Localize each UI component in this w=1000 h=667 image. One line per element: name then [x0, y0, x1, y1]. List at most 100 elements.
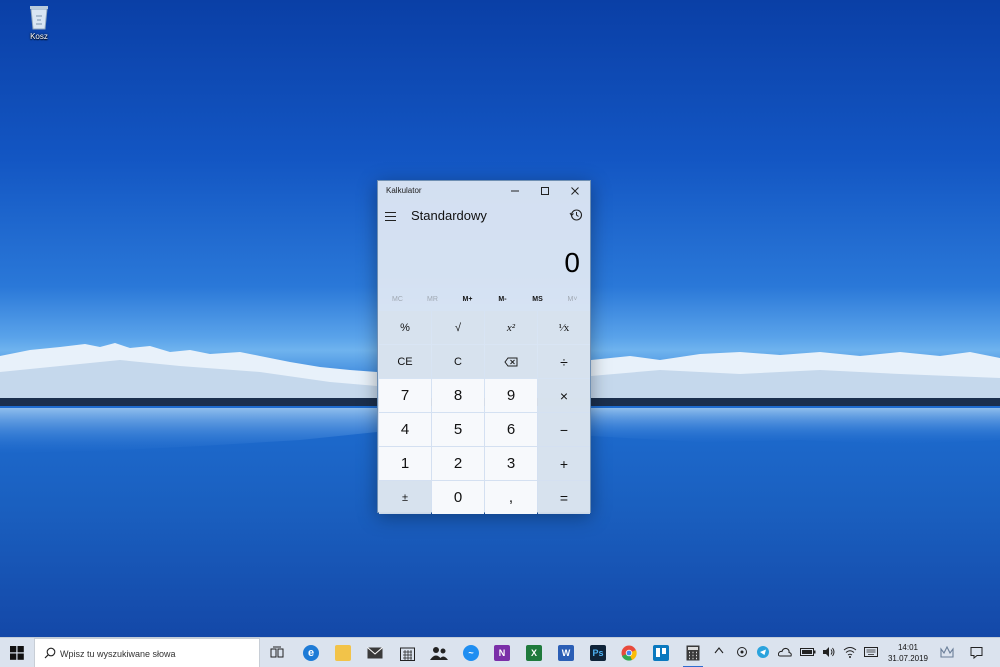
- digit-4-button[interactable]: 4: [379, 413, 431, 446]
- taskbar-onenote[interactable]: N: [491, 642, 513, 664]
- tray-wifi[interactable]: [843, 646, 857, 660]
- clock-time: 14:01: [897, 643, 919, 652]
- taskbar-messenger[interactable]: ~: [460, 642, 482, 664]
- keypad: % √ x² ¹⁄x CE C ÷ 7 8 9 × 4 5 6 − 1 2 3 …: [379, 311, 591, 514]
- edge-icon: e: [303, 645, 319, 661]
- window-title: Kalkulator: [386, 186, 422, 195]
- divide-button[interactable]: ÷: [538, 345, 590, 378]
- digit-5-button[interactable]: 5: [432, 413, 484, 446]
- photoshop-icon: Ps: [590, 645, 606, 661]
- taskbar-people[interactable]: [428, 642, 450, 664]
- windows-logo-icon: [10, 646, 24, 660]
- chrome-icon: [621, 645, 637, 661]
- digit-6-button[interactable]: 6: [485, 413, 537, 446]
- negate-button[interactable]: ±: [379, 481, 431, 514]
- taskbar-edge[interactable]: e: [300, 642, 322, 664]
- search-box[interactable]: Wpisz tu wyszukiwane słowa: [34, 638, 260, 667]
- network-settings-icon: [737, 647, 747, 657]
- taskbar-trello[interactable]: [650, 642, 672, 664]
- memory-recall-button[interactable]: MR: [415, 296, 450, 303]
- digit-9-button[interactable]: 9: [485, 379, 537, 412]
- digit-3-button[interactable]: 3: [485, 447, 537, 480]
- tray-app-1[interactable]: [736, 646, 748, 660]
- task-view-button[interactable]: [266, 642, 288, 664]
- chevron-up-icon: [714, 647, 724, 654]
- taskbar-word[interactable]: W: [555, 642, 577, 664]
- tray-volume[interactable]: [822, 646, 836, 660]
- clock[interactable]: 14:01 31.07.2019: [880, 642, 936, 664]
- reciprocal-button[interactable]: ¹⁄x: [538, 311, 590, 344]
- minimize-button[interactable]: [500, 181, 530, 201]
- clock-date: 31.07.2019: [887, 654, 929, 663]
- mode-title: Standardowy: [411, 208, 487, 223]
- digit-0-button[interactable]: 0: [432, 481, 484, 514]
- calendar-icon: [399, 647, 415, 661]
- maximize-button[interactable]: [530, 181, 560, 201]
- battery-icon: [800, 648, 816, 656]
- percent-button[interactable]: %: [379, 311, 431, 344]
- square-button[interactable]: x²: [485, 311, 537, 344]
- file-explorer-icon: [335, 645, 351, 661]
- messenger-icon: ~: [463, 645, 479, 661]
- people-icon: [430, 647, 448, 660]
- trello-icon: [653, 645, 669, 661]
- notification-icon: [970, 647, 983, 660]
- taskbar-calculator[interactable]: [682, 642, 704, 667]
- start-button[interactable]: [0, 638, 34, 667]
- onedrive-icon: [777, 647, 792, 657]
- title-bar[interactable]: Kalkulator: [378, 181, 590, 201]
- memory-row: MC MR M+ M- MS M˅: [378, 294, 590, 310]
- taskbar-photoshop[interactable]: Ps: [587, 642, 609, 664]
- action-center-button[interactable]: [970, 646, 983, 661]
- clear-entry-button[interactable]: CE: [379, 345, 431, 378]
- history-icon[interactable]: [569, 208, 583, 222]
- search-icon: [44, 647, 56, 659]
- taskbar: Wpisz tu wyszukiwane słowa e ~ N X W Ps: [0, 637, 1000, 667]
- word-icon: W: [558, 645, 574, 661]
- square-root-button[interactable]: √: [432, 311, 484, 344]
- memory-add-button[interactable]: M+: [450, 296, 485, 303]
- tray-telegram[interactable]: [757, 646, 769, 660]
- digit-2-button[interactable]: 2: [432, 447, 484, 480]
- calculator-window: Kalkulator Standardowy 0 MC MR M+ M- MS …: [377, 180, 591, 514]
- multiply-button[interactable]: ×: [538, 379, 590, 412]
- excel-icon: X: [526, 645, 542, 661]
- taskbar-file-explorer[interactable]: [332, 642, 354, 664]
- equals-button[interactable]: =: [538, 481, 590, 514]
- backspace-button[interactable]: [485, 345, 537, 378]
- taskbar-mail[interactable]: [364, 642, 386, 664]
- tray-onedrive[interactable]: [777, 646, 792, 660]
- recycle-bin[interactable]: Kosz: [18, 4, 60, 41]
- volume-icon: [823, 647, 835, 657]
- subtract-button[interactable]: −: [538, 413, 590, 446]
- memory-subtract-button[interactable]: M-: [485, 296, 520, 303]
- memory-list-button[interactable]: M˅: [555, 296, 590, 303]
- app-tray-icon: [940, 645, 954, 658]
- recycle-bin-label: Kosz: [30, 32, 48, 41]
- recycle-bin-icon: [30, 6, 48, 30]
- search-placeholder: Wpisz tu wyszukiwane słowa: [60, 649, 176, 659]
- tray-keyboard[interactable]: [864, 647, 878, 659]
- decimal-separator-button[interactable]: ,: [485, 481, 537, 514]
- memory-store-button[interactable]: MS: [520, 296, 555, 303]
- taskbar-excel[interactable]: X: [523, 642, 545, 664]
- close-button[interactable]: [560, 181, 590, 201]
- taskbar-chrome[interactable]: [618, 642, 640, 664]
- backspace-icon: [504, 357, 518, 366]
- result-display: 0: [564, 247, 580, 278]
- show-hidden-icons-button[interactable]: [714, 646, 724, 656]
- taskbar-calendar[interactable]: [396, 642, 418, 664]
- memory-clear-button[interactable]: MC: [380, 296, 415, 303]
- clear-button[interactable]: C: [432, 345, 484, 378]
- tray-battery[interactable]: [800, 647, 816, 659]
- menu-icon[interactable]: [385, 209, 399, 223]
- digit-1-button[interactable]: 1: [379, 447, 431, 480]
- digit-7-button[interactable]: 7: [379, 379, 431, 412]
- telegram-icon: [757, 646, 769, 658]
- digit-8-button[interactable]: 8: [432, 379, 484, 412]
- add-button[interactable]: +: [538, 447, 590, 480]
- keyboard-icon: [864, 647, 878, 657]
- tray-app-2[interactable]: [940, 645, 954, 660]
- onenote-icon: N: [494, 645, 510, 661]
- mode-bar: Standardowy: [378, 205, 590, 227]
